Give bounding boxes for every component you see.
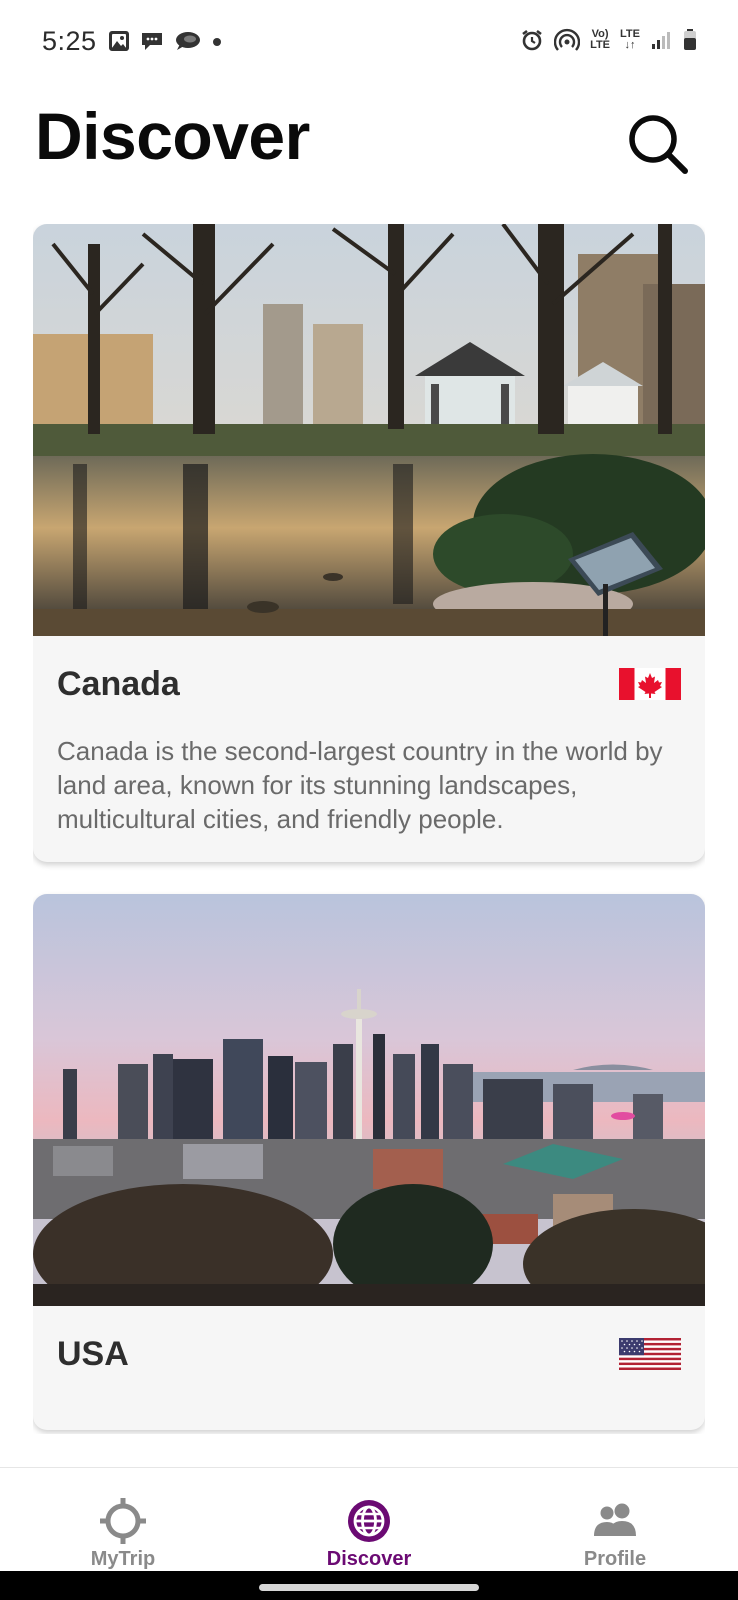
canada-park-photo	[33, 224, 705, 636]
home-gesture-handle[interactable]	[259, 1584, 479, 1591]
card-title: USA	[57, 1334, 129, 1373]
nav-item-discover[interactable]: Discover	[246, 1468, 492, 1571]
globe-icon	[348, 1500, 390, 1542]
nav-label: Discover	[326, 1548, 412, 1570]
messages-notification-icon	[176, 32, 200, 50]
nav-item-profile[interactable]: Profile	[492, 1468, 738, 1571]
system-navigation-bar	[0, 1571, 738, 1600]
app-header: Discover	[0, 88, 738, 208]
battery-icon	[684, 29, 696, 50]
card-header-row: Canada	[57, 664, 681, 704]
nav-item-mytrip[interactable]: MyTrip	[0, 1468, 246, 1571]
page-title: Discover	[35, 99, 310, 173]
status-system-icons: Vo) LTE LTE ↓↑	[520, 28, 698, 52]
card-title: Canada	[57, 664, 180, 703]
card-header-row: USA	[57, 1334, 681, 1374]
card-body: USA	[33, 1306, 705, 1430]
crosshair-icon	[100, 1498, 146, 1544]
country-card-canada[interactable]: Canada Canada is the second-largest coun…	[33, 224, 705, 862]
bottom-navigation: MyTrip Discover Profile	[0, 1467, 738, 1571]
lte-indicator: LTE ↓↑	[620, 29, 640, 51]
more-notifications-dot-icon	[213, 38, 221, 46]
card-description: Canada is the second-largest country in …	[57, 736, 663, 834]
volte-indicator: Vo) LTE	[590, 29, 610, 51]
chat-notification-icon	[142, 33, 162, 50]
nav-label: MyTrip	[90, 1548, 156, 1570]
usa-flag-icon	[619, 1338, 681, 1370]
lte-arrows-label: ↓↑	[624, 39, 636, 51]
volte-sub-label: LTE	[590, 39, 611, 51]
search-icon	[629, 115, 688, 174]
signal-icon	[652, 32, 670, 49]
alarm-icon	[522, 29, 542, 51]
status-notification-icons	[108, 30, 222, 52]
seattle-skyline-photo	[33, 894, 705, 1306]
card-body: Canada Canada is the second-largest coun…	[33, 636, 705, 862]
country-feed[interactable]: Canada Canada is the second-largest coun…	[33, 224, 705, 1434]
canada-flag-icon	[619, 668, 681, 700]
nav-label: Profile	[583, 1548, 647, 1570]
people-icon	[594, 1503, 636, 1536]
country-card-usa[interactable]: USA	[33, 894, 705, 1430]
status-time: 5:25	[42, 26, 97, 56]
hotspot-icon	[554, 28, 581, 51]
gallery-notification-icon	[109, 31, 129, 51]
status-bar: 5:25 Vo) LTE LTE ↓↑	[0, 0, 738, 88]
search-button[interactable]	[626, 112, 690, 176]
